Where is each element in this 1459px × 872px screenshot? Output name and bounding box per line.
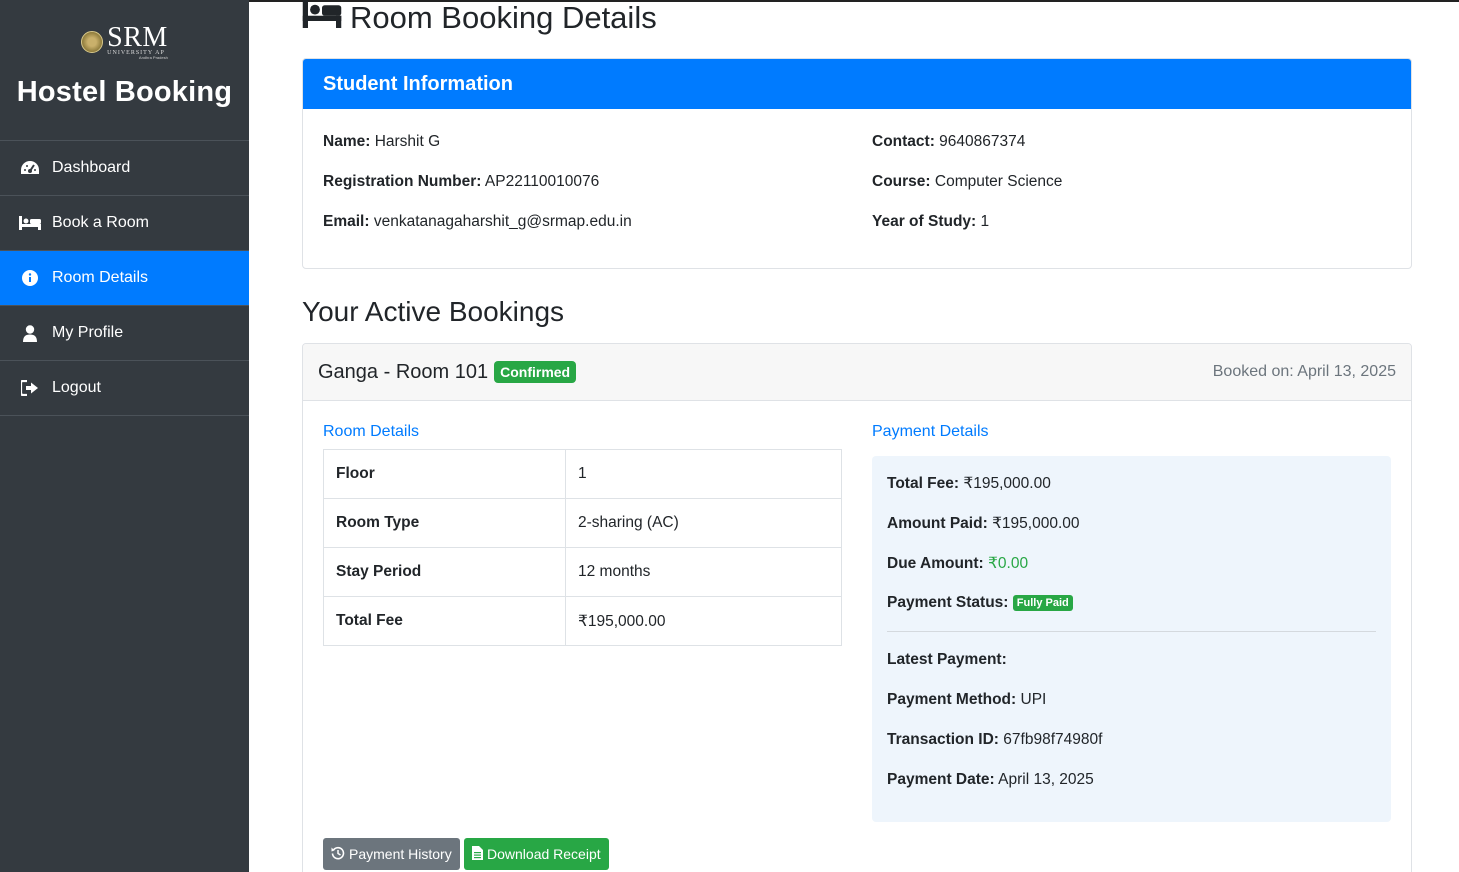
sidebar-item-label: Room Details <box>52 269 149 286</box>
main-content: Room Booking Details Student Information… <box>249 0 1459 872</box>
app-title: Hostel Booking <box>16 76 233 108</box>
table-value: 2-sharing (AC) <box>565 498 842 548</box>
sidebar-item-label: My Profile <box>52 324 124 341</box>
table-key: Room Type <box>323 498 566 548</box>
payment-date-value: April 13, 2025 <box>998 771 1094 788</box>
booking-card: Ganga - Room 101 Confirmed Booked on: Ap… <box>302 343 1412 872</box>
name-label: Name: <box>323 133 371 150</box>
year-value: 1 <box>980 213 990 230</box>
payment-details-box: Total Fee: ₹195,000.00 Amount Paid: ₹195… <box>872 456 1391 822</box>
payment-method-label: Payment Method: <box>887 691 1017 708</box>
booked-on-date: Booked on: April 13, 2025 <box>1212 363 1396 380</box>
course-value: Computer Science <box>934 173 1063 190</box>
file-icon <box>472 845 483 863</box>
sidebar-item-dashboard[interactable]: Dashboard <box>0 141 249 196</box>
payment-method-value: UPI <box>1020 691 1047 708</box>
sidebar: SRM UNIVERSITY AP Andhra Pradesh Hostel … <box>0 0 249 872</box>
page-title: Room Booking Details <box>302 0 657 36</box>
latest-payment-label: Latest Payment: <box>887 651 1007 668</box>
table-value: 12 months <box>565 547 842 597</box>
table-value: 1 <box>565 449 842 499</box>
payment-date-label: Payment Date: <box>887 771 995 788</box>
student-course: Course: Computer Science <box>872 173 1062 191</box>
student-year: Year of Study: 1 <box>872 213 989 231</box>
user-icon <box>18 324 42 342</box>
booking-header: Ganga - Room 101 Confirmed Booked on: Ap… <box>303 344 1411 401</box>
room-details-subtitle: Room Details <box>323 423 420 440</box>
sidebar-item-label: Book a Room <box>52 214 149 231</box>
year-label: Year of Study: <box>872 213 977 230</box>
logo-text: SRM <box>107 22 168 53</box>
amount-paid-label: Amount Paid: <box>887 515 988 532</box>
info-circle-icon <box>18 270 42 286</box>
contact-value: 9640867374 <box>939 133 1026 150</box>
registration-value: AP22110010076 <box>484 173 600 190</box>
table-row: Room Type 2-sharing (AC) <box>323 498 842 548</box>
email-label: Email: <box>323 213 370 230</box>
payment-status: Payment Status: Fully Paid <box>887 594 1073 612</box>
payment-status-badge: Fully Paid <box>1012 594 1073 611</box>
status-badge: Confirmed <box>494 361 577 383</box>
student-info-card: Student Information Name: Harshit G Regi… <box>302 58 1412 269</box>
student-email: Email: venkatanagaharshit_g@srmap.edu.in <box>323 213 632 231</box>
name-value: Harshit G <box>374 133 441 150</box>
sidebar-item-room-details[interactable]: Room Details <box>0 251 249 306</box>
payment-history-label: Payment History <box>349 846 452 862</box>
room-title: Ganga - Room 101 Confirmed <box>318 360 577 384</box>
payment-history-button[interactable]: Payment History <box>323 838 460 870</box>
transaction-id-value: 67fb98f74980f <box>1003 731 1103 748</box>
download-receipt-label: Download Receipt <box>487 846 601 862</box>
student-name: Name: Harshit G <box>323 133 440 151</box>
table-key: Total Fee <box>323 596 566 646</box>
amount-paid-value: ₹195,000.00 <box>992 515 1080 532</box>
divider <box>887 631 1376 632</box>
sidebar-item-book-room[interactable]: Book a Room <box>0 196 249 251</box>
email-value: venkatanagaharshit_g@srmap.edu.in <box>373 213 632 230</box>
logo-subtext-2: Andhra Pradesh <box>138 55 168 60</box>
table-row: Floor 1 <box>323 449 842 499</box>
total-fee-label: Total Fee: <box>887 475 960 492</box>
transaction-id: Transaction ID: 67fb98f74980f <box>887 731 1102 749</box>
table-key: Stay Period <box>323 547 566 597</box>
latest-payment-heading: Latest Payment: <box>887 651 1007 669</box>
payment-total-fee: Total Fee: ₹195,000.00 <box>887 474 1051 493</box>
sidebar-item-logout[interactable]: Logout <box>0 361 249 416</box>
payment-amount-paid: Amount Paid: ₹195,000.00 <box>887 514 1080 533</box>
registration-label: Registration Number: <box>323 173 482 190</box>
bed-icon <box>302 0 342 36</box>
table-row: Stay Period 12 months <box>323 547 842 597</box>
due-amount-value: ₹0.00 <box>988 555 1029 572</box>
table-row: Total Fee ₹195,000.00 <box>323 596 842 646</box>
transaction-id-label: Transaction ID: <box>887 731 999 748</box>
active-bookings-title: Your Active Bookings <box>302 296 565 327</box>
page-title-text: Room Booking Details <box>350 0 657 35</box>
table-value: ₹195,000.00 <box>565 596 842 646</box>
student-registration: Registration Number: AP22110010076 <box>323 173 599 191</box>
sidebar-item-label: Logout <box>52 379 101 396</box>
payment-status-label: Payment Status: <box>887 594 1009 611</box>
srm-logo: SRM UNIVERSITY AP Andhra Pradesh <box>81 24 168 60</box>
tachometer-icon <box>18 159 42 177</box>
student-contact: Contact: 9640867374 <box>872 133 1025 151</box>
room-name: Ganga - Room 101 <box>318 360 489 383</box>
total-fee-value: ₹195,000.00 <box>963 475 1051 492</box>
table-key: Floor <box>323 449 566 499</box>
payment-details-subtitle: Payment Details <box>872 423 989 440</box>
student-info-header: Student Information <box>303 59 1411 109</box>
sign-out-icon <box>18 380 42 396</box>
emblem-icon <box>81 31 104 53</box>
course-label: Course: <box>872 173 931 190</box>
contact-label: Contact: <box>872 133 935 150</box>
due-amount-label: Due Amount: <box>887 555 984 572</box>
sidebar-item-my-profile[interactable]: My Profile <box>0 306 249 361</box>
room-details-table: Floor 1 Room Type 2-sharing (AC) Stay Pe… <box>323 449 842 646</box>
payment-due-amount: Due Amount: ₹0.00 <box>887 554 1028 573</box>
payment-date: Payment Date: April 13, 2025 <box>887 771 1094 789</box>
download-receipt-button[interactable]: Download Receipt <box>464 838 609 870</box>
sidebar-item-label: Dashboard <box>52 159 131 176</box>
history-icon <box>331 846 345 863</box>
payment-method: Payment Method: UPI <box>887 691 1046 709</box>
bed-icon <box>18 215 42 231</box>
sidebar-brand: SRM UNIVERSITY AP Andhra Pradesh Hostel … <box>0 0 249 141</box>
